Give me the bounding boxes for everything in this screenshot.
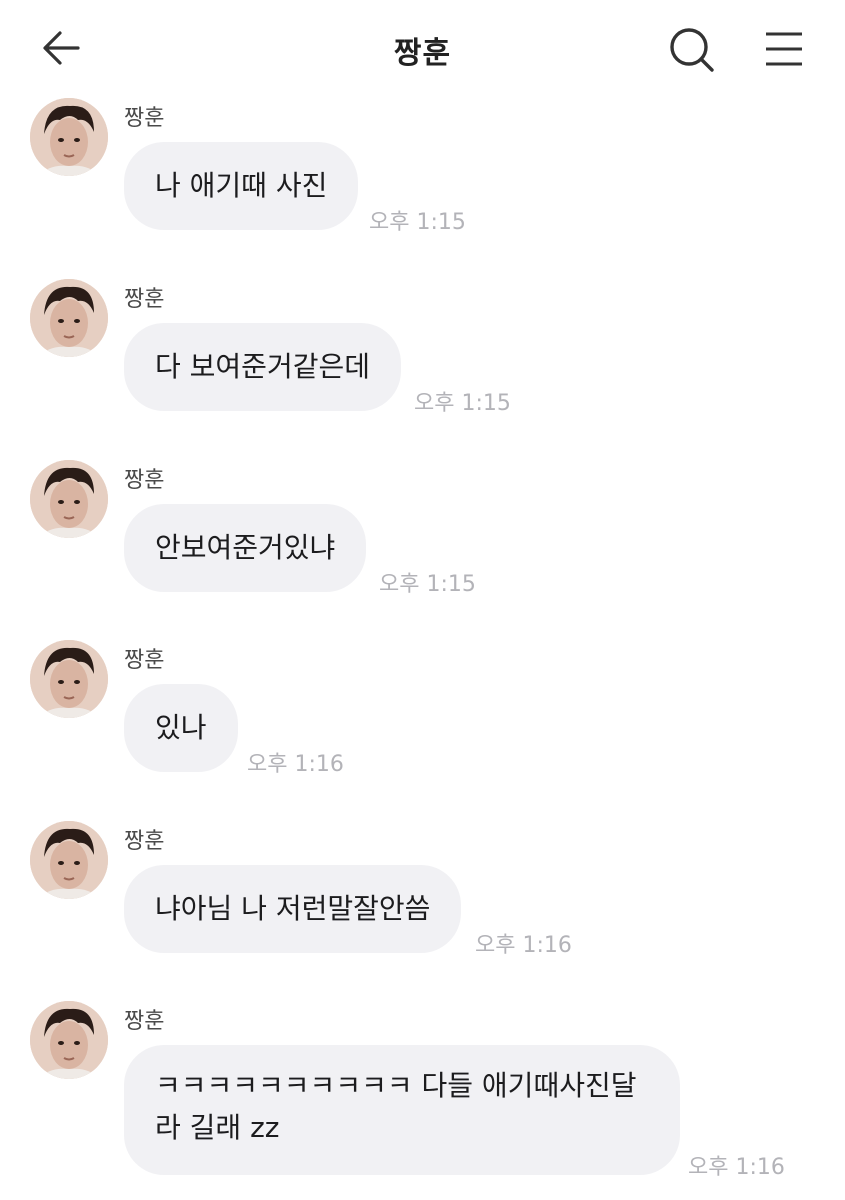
message-bubble[interactable]: 냐아님 나 저런말잘안씀 — [124, 865, 462, 953]
sender-name: 짱훈 — [124, 106, 165, 131]
message-bubble[interactable]: 다 보여준거같은데 — [124, 323, 401, 411]
avatar-portrait-icon — [30, 98, 108, 176]
message-bubble[interactable]: 있나 — [124, 684, 238, 772]
avatar-portrait-icon — [30, 821, 108, 899]
hamburger-menu-icon[interactable] — [762, 28, 806, 72]
avatar-portrait-icon — [30, 640, 108, 718]
avatar-portrait-icon — [30, 460, 108, 538]
search-icon[interactable] — [668, 26, 716, 74]
message-time: 오후 1:15 — [369, 210, 466, 235]
sender-name: 짱훈 — [124, 1009, 165, 1034]
avatar[interactable] — [30, 640, 108, 718]
avatar[interactable] — [30, 1001, 108, 1079]
sender-name: 짱훈 — [124, 829, 165, 854]
avatar[interactable] — [30, 279, 108, 357]
avatar[interactable] — [30, 98, 108, 176]
message-bubble[interactable]: 나 애기때 사진 — [124, 142, 359, 230]
message-bubble[interactable]: ㅋㅋㅋㅋㅋㅋㅋㅋㅋㅋ 다들 애기때사진달라 길래 zz — [124, 1045, 680, 1175]
avatar-portrait-icon — [30, 1001, 108, 1079]
message-time: 오후 1:15 — [379, 572, 476, 597]
avatar-portrait-icon — [30, 279, 108, 357]
chat-title: 짱훈 — [393, 36, 452, 71]
avatar[interactable] — [30, 460, 108, 538]
message-time: 오후 1:15 — [414, 391, 511, 416]
sender-name: 짱훈 — [124, 287, 165, 312]
sender-name: 짱훈 — [124, 648, 165, 673]
message-time: 오후 1:16 — [688, 1155, 785, 1180]
message-time: 오후 1:16 — [247, 752, 344, 777]
sender-name: 짱훈 — [124, 468, 165, 493]
message-bubble[interactable]: 안보여준거있냐 — [124, 504, 367, 592]
chat-header: 짱훈 — [0, 0, 845, 96]
avatar[interactable] — [30, 821, 108, 899]
message-time: 오후 1:16 — [475, 933, 572, 958]
